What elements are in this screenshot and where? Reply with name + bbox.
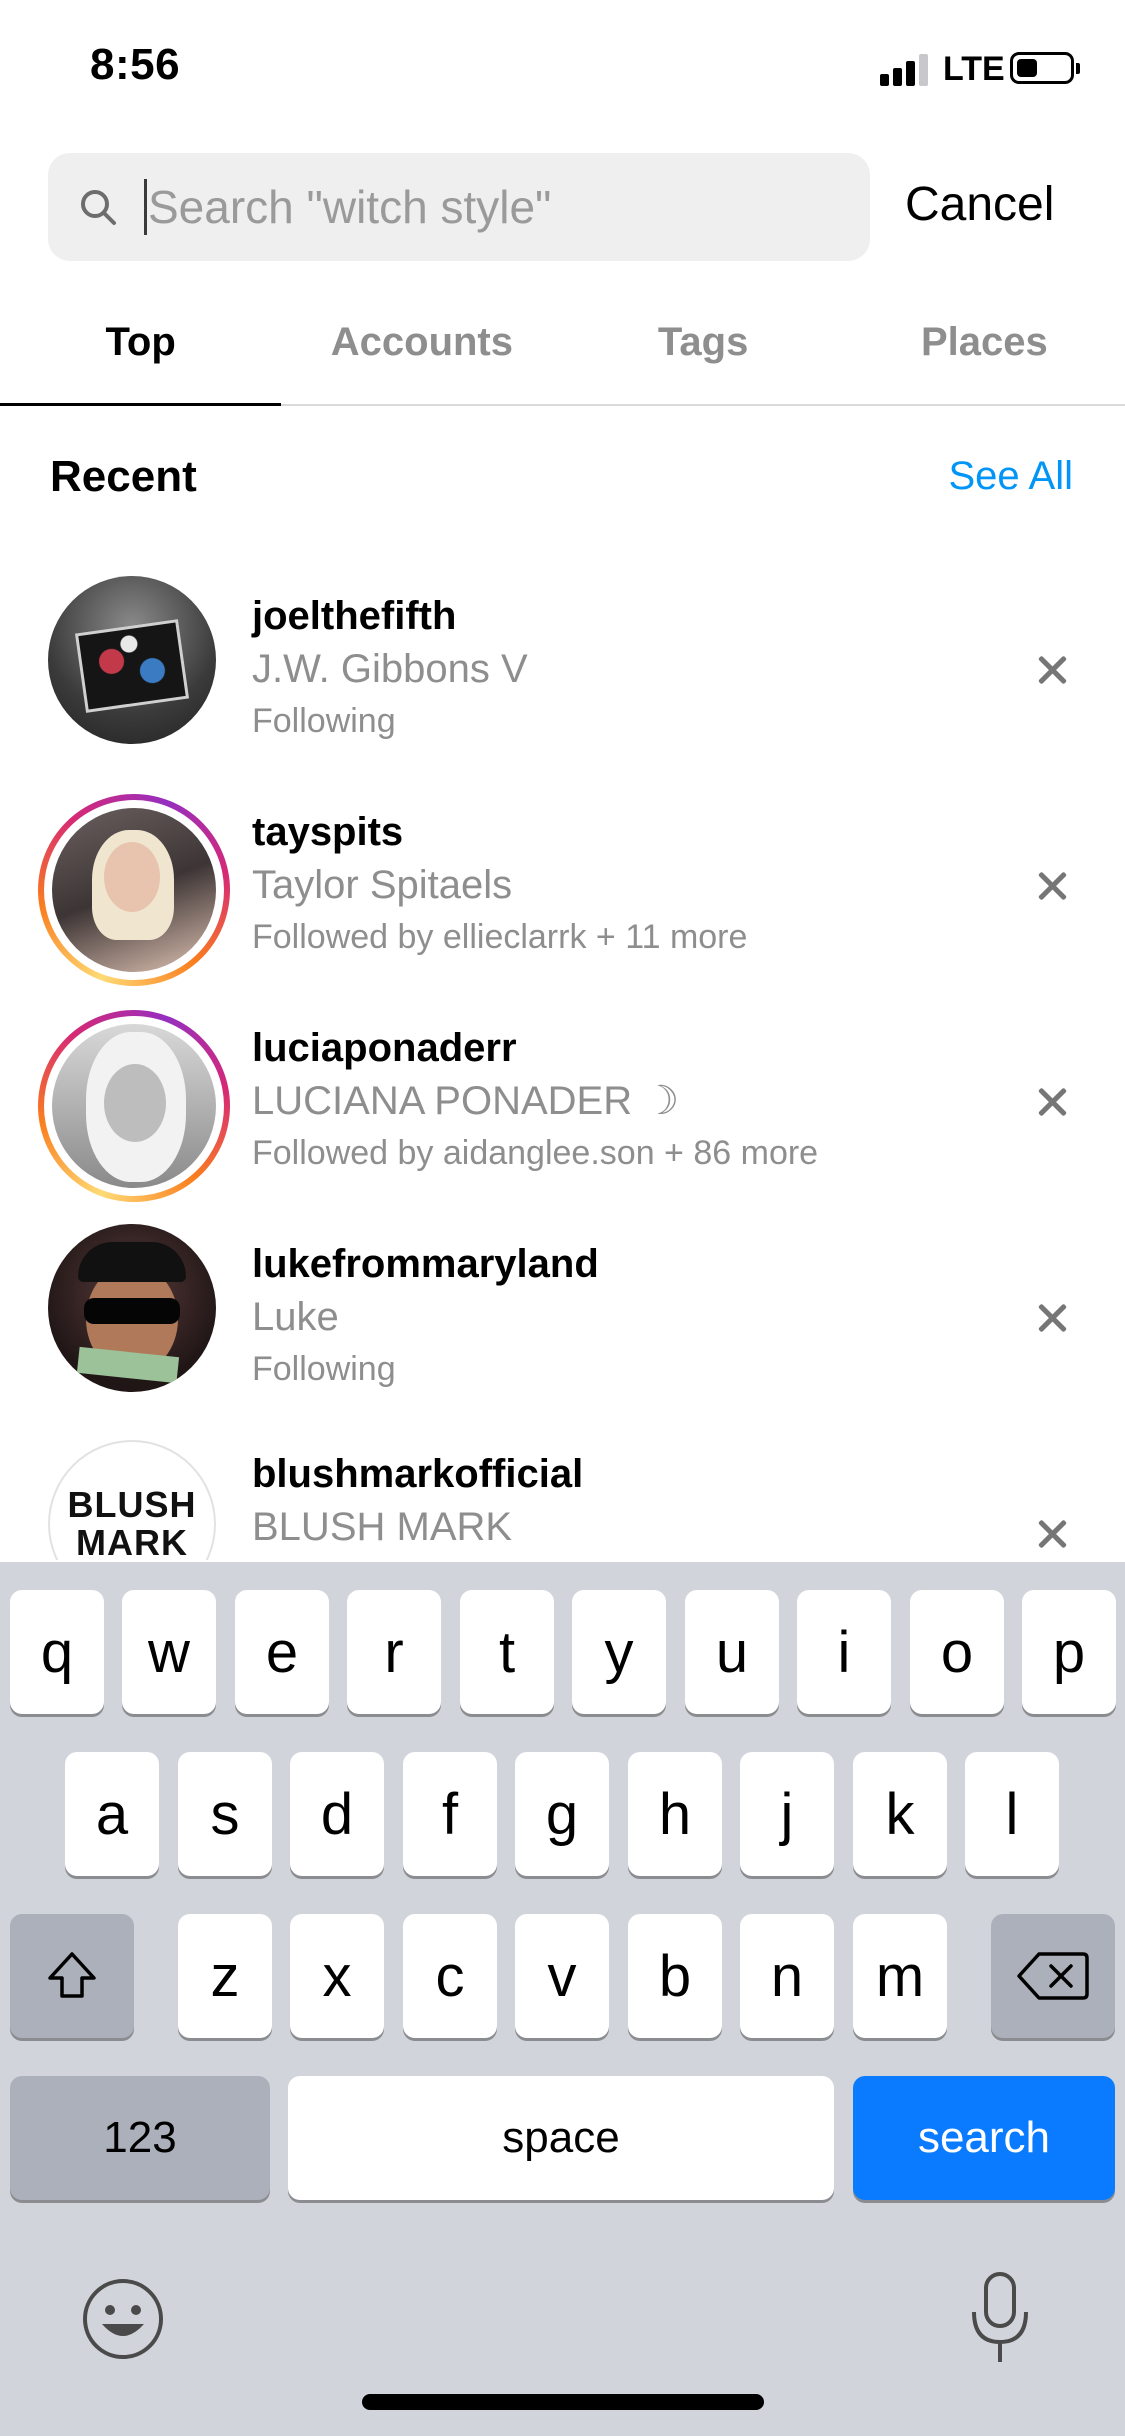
list-item[interactable]: tayspits Taylor Spitaels Followed by ell… <box>0 776 1125 992</box>
key-d[interactable]: d <box>290 1752 384 1876</box>
remove-recent-close-icon[interactable] <box>1032 650 1072 690</box>
tab-places[interactable]: Places <box>844 300 1125 404</box>
key-a[interactable]: a <box>65 1752 159 1876</box>
relationship-text: Followed by ellieclarrk + 11 more <box>252 918 748 956</box>
key-e[interactable]: e <box>235 1590 329 1714</box>
key-m[interactable]: m <box>853 1914 947 2038</box>
cellular-signal-icon <box>880 52 932 86</box>
cancel-button[interactable]: Cancel <box>905 177 1054 232</box>
list-item[interactable]: joelthefifth J.W. Gibbons V Following <box>0 560 1125 776</box>
full-name: LUCIANA PONADER ☽ <box>252 1079 680 1123</box>
key-p[interactable]: p <box>1022 1590 1116 1714</box>
delete-key[interactable] <box>991 1914 1115 2038</box>
recent-list: joelthefifth J.W. Gibbons V Following ta… <box>0 560 1125 1560</box>
text-cursor <box>144 179 147 235</box>
backspace-icon <box>1017 1952 1089 2000</box>
avatar <box>52 1024 216 1188</box>
search-icon <box>81 190 116 225</box>
avatar <box>48 576 216 744</box>
search-tabs: Top Accounts Tags Places <box>0 300 1125 406</box>
key-b[interactable]: b <box>628 1914 722 2038</box>
list-item[interactable]: BLUSH MARK blushmarkofficial BLUSH MARK <box>0 1424 1125 1560</box>
key-x[interactable]: x <box>290 1914 384 2038</box>
story-ring <box>38 1010 230 1202</box>
key-i[interactable]: i <box>797 1590 891 1714</box>
avatar <box>52 808 216 972</box>
key-c[interactable]: c <box>403 1914 497 2038</box>
shift-icon <box>48 1952 96 1998</box>
key-f[interactable]: f <box>403 1752 497 1876</box>
search-bar[interactable] <box>48 153 870 261</box>
status-time: 8:56 <box>90 40 181 89</box>
status-bar: 8:56 LTE <box>0 0 1125 140</box>
shift-key[interactable] <box>10 1914 134 2038</box>
tab-tags[interactable]: Tags <box>563 300 844 404</box>
battery-icon <box>1010 52 1080 84</box>
username: luciaponaderr <box>252 1026 517 1070</box>
key-t[interactable]: t <box>460 1590 554 1714</box>
remove-recent-close-icon[interactable] <box>1032 1514 1072 1554</box>
relationship-text: Following <box>252 702 396 740</box>
network-type-label: LTE <box>943 50 1005 88</box>
remove-recent-close-icon[interactable] <box>1032 1082 1072 1122</box>
full-name: BLUSH MARK <box>252 1505 513 1549</box>
key-u[interactable]: u <box>685 1590 779 1714</box>
remove-recent-close-icon[interactable] <box>1032 866 1072 906</box>
brand-logo-text: BLUSH <box>67 1484 197 1525</box>
numbers-key[interactable]: 123 <box>10 2076 270 2200</box>
key-v[interactable]: v <box>515 1914 609 2038</box>
key-n[interactable]: n <box>740 1914 834 2038</box>
relationship-text: Following <box>252 1350 396 1388</box>
tab-top[interactable]: Top <box>0 300 282 406</box>
brand-logo-text: MARK <box>76 1522 188 1561</box>
username: tayspits <box>252 810 404 854</box>
key-l[interactable]: l <box>965 1752 1059 1876</box>
key-h[interactable]: h <box>628 1752 722 1876</box>
relationship-text: Followed by aidanglee.son + 86 more <box>252 1134 819 1172</box>
key-o[interactable]: o <box>910 1590 1004 1714</box>
key-z[interactable]: z <box>178 1914 272 2038</box>
key-g[interactable]: g <box>515 1752 609 1876</box>
username: blushmarkofficial <box>252 1452 584 1496</box>
recent-heading: Recent <box>50 452 197 501</box>
avatar <box>48 1224 216 1392</box>
full-name: J.W. Gibbons V <box>252 647 528 691</box>
list-item[interactable]: luciaponaderr LUCIANA PONADER ☽ Followed… <box>0 992 1125 1208</box>
key-j[interactable]: j <box>740 1752 834 1876</box>
search-input[interactable] <box>148 153 848 261</box>
username: lukefrommaryland <box>252 1242 599 1286</box>
key-q[interactable]: q <box>10 1590 104 1714</box>
remove-recent-close-icon[interactable] <box>1032 1298 1072 1338</box>
story-ring <box>38 794 230 986</box>
key-r[interactable]: r <box>347 1590 441 1714</box>
space-key[interactable]: space <box>288 2076 834 2200</box>
home-indicator <box>362 2394 764 2410</box>
key-y[interactable]: y <box>572 1590 666 1714</box>
full-name: Luke <box>252 1295 339 1339</box>
tab-accounts[interactable]: Accounts <box>281 300 562 404</box>
key-k[interactable]: k <box>853 1752 947 1876</box>
emoji-icon[interactable] <box>80 2276 166 2362</box>
see-all-link[interactable]: See All <box>948 454 1073 499</box>
key-w[interactable]: w <box>122 1590 216 1714</box>
keyboard: q w e r t y u i o p a s d f g h j k l z … <box>0 1562 1125 2436</box>
username: joelthefifth <box>252 594 457 638</box>
microphone-icon[interactable] <box>960 2268 1040 2368</box>
search-key[interactable]: search <box>853 2076 1115 2200</box>
avatar: BLUSH MARK <box>48 1440 216 1560</box>
key-s[interactable]: s <box>178 1752 272 1876</box>
full-name: Taylor Spitaels <box>252 863 513 907</box>
list-item[interactable]: lukefrommaryland Luke Following <box>0 1208 1125 1424</box>
